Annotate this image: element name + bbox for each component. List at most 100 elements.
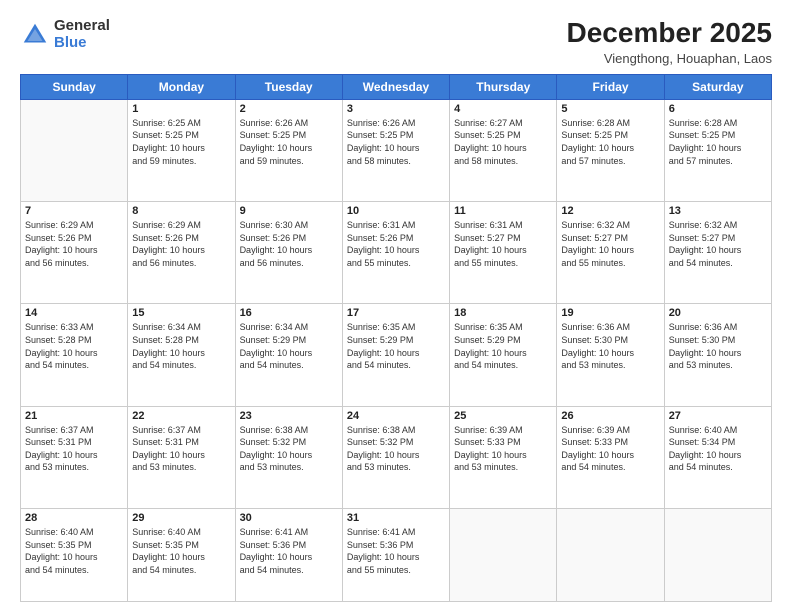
calendar-cell: 19 Sunrise: 6:36 AM Sunset: 5:30 PM Dayli…	[557, 304, 664, 406]
calendar-cell: 31Sunrise: 6:41 AM Sunset: 5:36 PM Dayli…	[342, 508, 449, 601]
day-number: 17	[347, 307, 445, 319]
calendar-cell: 30 Sunrise: 6:41 AM Sunset: 5:36 PM Dayli…	[235, 508, 342, 601]
weekday-header-monday: Monday	[128, 74, 235, 99]
day-number: 15	[132, 307, 230, 319]
day-info: Sunrise: 6:26 AM Sunset: 5:25 PM Dayligh…	[240, 117, 338, 167]
day-info: Sunrise: 6:33 AM Sunset: 5:28 PM Dayligh…	[25, 321, 123, 371]
calendar-cell: 7 Sunrise: 6:29 AM Sunset: 5:26 PM Daylig…	[21, 202, 128, 304]
weekday-header-friday: Friday	[557, 74, 664, 99]
week-row-5: 28 Sunrise: 6:40 AM Sunset: 5:35 PM Dayli…	[21, 508, 772, 601]
day-number: 23	[240, 410, 338, 422]
calendar-cell: 24 Sunrise: 6:38 AM Sunset: 5:32 PM Dayli…	[342, 406, 449, 508]
day-info: Sunrise: 6:26 AM Sunset: 5:25 PM Dayligh…	[347, 117, 445, 167]
day-number: 24	[347, 410, 445, 422]
calendar-cell: 17 Sunrise: 6:35 AM Sunset: 5:29 PM Dayli…	[342, 304, 449, 406]
calendar-cell: 1Sunrise: 6:25 AM Sunset: 5:25 PM Daylig…	[128, 99, 235, 201]
calendar-cell	[21, 99, 128, 201]
day-info: Sunrise: 6:40 AM Sunset: 5:35 PM Dayligh…	[25, 526, 123, 576]
page: General Blue December 2025 Viengthong, H…	[0, 0, 792, 612]
day-info: Sunrise: 6:38 AM Sunset: 5:32 PM Dayligh…	[240, 424, 338, 474]
calendar-cell: 21 Sunrise: 6:37 AM Sunset: 5:31 PM Dayli…	[21, 406, 128, 508]
day-number: 19	[561, 307, 659, 319]
day-info: Sunrise: 6:41 AM Sunset: 5:36 PM Dayligh…	[347, 526, 445, 576]
calendar-cell: 10Sunrise: 6:31 AM Sunset: 5:26 PM Dayli…	[342, 202, 449, 304]
day-info: Sunrise: 6:36 AM Sunset: 5:30 PM Dayligh…	[561, 321, 659, 371]
weekday-header-tuesday: Tuesday	[235, 74, 342, 99]
calendar-cell: 29 Sunrise: 6:40 AM Sunset: 5:35 PM Dayli…	[128, 508, 235, 601]
day-info: Sunrise: 6:38 AM Sunset: 5:32 PM Dayligh…	[347, 424, 445, 474]
calendar-cell: 13Sunrise: 6:32 AM Sunset: 5:27 PM Dayli…	[664, 202, 771, 304]
weekday-header-thursday: Thursday	[450, 74, 557, 99]
day-info: Sunrise: 6:37 AM Sunset: 5:31 PM Dayligh…	[25, 424, 123, 474]
calendar-cell: 6Sunrise: 6:28 AM Sunset: 5:25 PM Daylig…	[664, 99, 771, 201]
day-number: 20	[669, 307, 767, 319]
day-info: Sunrise: 6:25 AM Sunset: 5:25 PM Dayligh…	[132, 117, 230, 167]
calendar-cell: 2 Sunrise: 6:26 AM Sunset: 5:25 PM Daylig…	[235, 99, 342, 201]
day-info: Sunrise: 6:39 AM Sunset: 5:33 PM Dayligh…	[454, 424, 552, 474]
calendar-table: SundayMondayTuesdayWednesdayThursdayFrid…	[20, 74, 772, 602]
calendar-cell: 4Sunrise: 6:27 AM Sunset: 5:25 PM Daylig…	[450, 99, 557, 201]
week-row-4: 21 Sunrise: 6:37 AM Sunset: 5:31 PM Dayli…	[21, 406, 772, 508]
calendar-cell: 9Sunrise: 6:30 AM Sunset: 5:26 PM Daylig…	[235, 202, 342, 304]
week-row-2: 7 Sunrise: 6:29 AM Sunset: 5:26 PM Daylig…	[21, 202, 772, 304]
calendar-cell: 8 Sunrise: 6:29 AM Sunset: 5:26 PM Daylig…	[128, 202, 235, 304]
day-info: Sunrise: 6:41 AM Sunset: 5:36 PM Dayligh…	[240, 526, 338, 576]
calendar-cell: 22Sunrise: 6:37 AM Sunset: 5:31 PM Dayli…	[128, 406, 235, 508]
calendar-cell: 27Sunrise: 6:40 AM Sunset: 5:34 PM Dayli…	[664, 406, 771, 508]
day-number: 11	[454, 205, 552, 217]
calendar-cell: 15 Sunrise: 6:34 AM Sunset: 5:28 PM Dayli…	[128, 304, 235, 406]
day-number: 25	[454, 410, 552, 422]
logo-text: General Blue	[54, 18, 110, 51]
day-info: Sunrise: 6:30 AM Sunset: 5:26 PM Dayligh…	[240, 219, 338, 269]
day-info: Sunrise: 6:29 AM Sunset: 5:26 PM Dayligh…	[25, 219, 123, 269]
day-info: Sunrise: 6:28 AM Sunset: 5:25 PM Dayligh…	[561, 117, 659, 167]
day-info: Sunrise: 6:31 AM Sunset: 5:27 PM Dayligh…	[454, 219, 552, 269]
logo: General Blue	[20, 18, 110, 51]
day-info: Sunrise: 6:32 AM Sunset: 5:27 PM Dayligh…	[669, 219, 767, 269]
weekday-header-sunday: Sunday	[21, 74, 128, 99]
day-info: Sunrise: 6:40 AM Sunset: 5:35 PM Dayligh…	[132, 526, 230, 576]
day-info: Sunrise: 6:39 AM Sunset: 5:33 PM Dayligh…	[561, 424, 659, 474]
day-number: 26	[561, 410, 659, 422]
weekday-header-wednesday: Wednesday	[342, 74, 449, 99]
logo-icon	[20, 20, 50, 50]
day-info: Sunrise: 6:37 AM Sunset: 5:31 PM Dayligh…	[132, 424, 230, 474]
calendar-cell	[450, 508, 557, 601]
day-number: 12	[561, 205, 659, 217]
header: General Blue December 2025 Viengthong, H…	[20, 18, 772, 66]
day-number: 6	[669, 103, 767, 115]
title-block: December 2025 Viengthong, Houaphan, Laos	[567, 18, 772, 66]
week-row-1: 1Sunrise: 6:25 AM Sunset: 5:25 PM Daylig…	[21, 99, 772, 201]
calendar-cell: 14 Sunrise: 6:33 AM Sunset: 5:28 PM Dayli…	[21, 304, 128, 406]
calendar-cell: 18Sunrise: 6:35 AM Sunset: 5:29 PM Dayli…	[450, 304, 557, 406]
calendar-cell: 20 Sunrise: 6:36 AM Sunset: 5:30 PM Dayli…	[664, 304, 771, 406]
calendar-cell: 5 Sunrise: 6:28 AM Sunset: 5:25 PM Daylig…	[557, 99, 664, 201]
day-number: 21	[25, 410, 123, 422]
day-info: Sunrise: 6:32 AM Sunset: 5:27 PM Dayligh…	[561, 219, 659, 269]
day-number: 16	[240, 307, 338, 319]
month-title: December 2025	[567, 18, 772, 49]
day-info: Sunrise: 6:34 AM Sunset: 5:29 PM Dayligh…	[240, 321, 338, 371]
weekday-header-row: SundayMondayTuesdayWednesdayThursdayFrid…	[21, 74, 772, 99]
subtitle: Viengthong, Houaphan, Laos	[567, 51, 772, 66]
day-number: 14	[25, 307, 123, 319]
day-number: 2	[240, 103, 338, 115]
calendar-cell: 3Sunrise: 6:26 AM Sunset: 5:25 PM Daylig…	[342, 99, 449, 201]
calendar-cell	[664, 508, 771, 601]
day-info: Sunrise: 6:29 AM Sunset: 5:26 PM Dayligh…	[132, 219, 230, 269]
day-info: Sunrise: 6:36 AM Sunset: 5:30 PM Dayligh…	[669, 321, 767, 371]
calendar-cell	[557, 508, 664, 601]
calendar-cell: 23 Sunrise: 6:38 AM Sunset: 5:32 PM Dayli…	[235, 406, 342, 508]
day-number: 8	[132, 205, 230, 217]
weekday-header-saturday: Saturday	[664, 74, 771, 99]
day-number: 5	[561, 103, 659, 115]
day-number: 28	[25, 512, 123, 524]
week-row-3: 14 Sunrise: 6:33 AM Sunset: 5:28 PM Dayli…	[21, 304, 772, 406]
day-info: Sunrise: 6:35 AM Sunset: 5:29 PM Dayligh…	[347, 321, 445, 371]
day-info: Sunrise: 6:34 AM Sunset: 5:28 PM Dayligh…	[132, 321, 230, 371]
day-number: 30	[240, 512, 338, 524]
day-info: Sunrise: 6:35 AM Sunset: 5:29 PM Dayligh…	[454, 321, 552, 371]
calendar-cell: 12 Sunrise: 6:32 AM Sunset: 5:27 PM Dayli…	[557, 202, 664, 304]
day-number: 7	[25, 205, 123, 217]
day-number: 29	[132, 512, 230, 524]
